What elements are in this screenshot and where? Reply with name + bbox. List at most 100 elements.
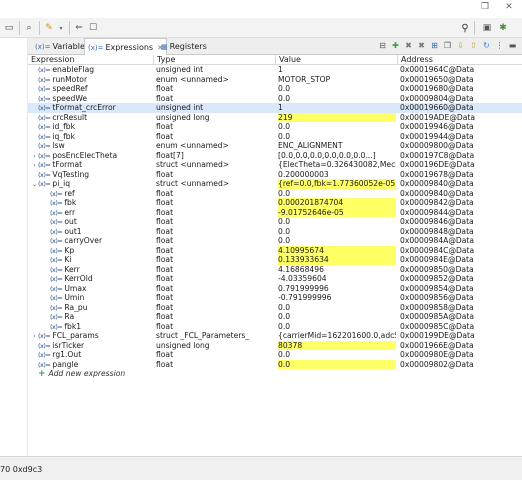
expression-cell[interactable]: (x)= Umin: [28, 293, 154, 303]
debug-perspective-icon[interactable]: ✱: [496, 21, 510, 35]
add-new-expression-cell[interactable]: + Add new expression: [28, 369, 154, 379]
expand-toggle-icon[interactable]: ›: [31, 152, 38, 161]
table-row[interactable]: (x)= speedRef float 0.0 0x00019680@Data: [28, 84, 522, 94]
terminal-icon[interactable]: ▭: [2, 21, 16, 35]
expression-cell[interactable]: (x)= lsw: [28, 141, 154, 151]
expression-cell[interactable]: › (x)= posEncElecTheta: [28, 151, 154, 161]
table-row[interactable]: ⌄(x)= pi_iq struct <unnamed> {ref=0.0,fbk=1…: [28, 179, 522, 189]
table-row[interactable]: (x)= fbk1 float 0.0 0x0000985C@Data: [28, 322, 522, 332]
column-header-type[interactable]: Type: [154, 55, 175, 65]
export-icon[interactable]: ⇧: [468, 40, 479, 51]
value-cell[interactable]: 0.791999996: [278, 284, 396, 294]
expression-cell[interactable]: (x)= out: [28, 217, 154, 227]
new-window-icon[interactable]: ☐: [86, 21, 100, 35]
value-cell[interactable]: 0.0: [278, 359, 396, 369]
value-cell[interactable]: 0.0: [278, 303, 396, 313]
value-cell[interactable]: {ref=0.0,fbk=1.77360052e-05,er...: [278, 179, 396, 189]
value-cell[interactable]: -4.03359604: [278, 274, 396, 284]
table-row[interactable]: (x)= KerrOld float -4.03359604 0x00009852@Da…: [28, 274, 522, 284]
table-row[interactable]: (x)= id_fbk float 0.0 0x00019946@Data: [28, 122, 522, 132]
expression-cell[interactable]: (x)= Ki: [28, 255, 154, 265]
search-icon[interactable]: ⚲: [458, 21, 472, 35]
column-header-expression[interactable]: Expression: [28, 55, 74, 65]
value-cell[interactable]: -0.791999996: [278, 293, 396, 303]
value-cell[interactable]: 0.0: [278, 350, 396, 360]
value-cell[interactable]: {carrierMid=162201600.0,adcSc...: [278, 331, 396, 341]
table-row[interactable]: › (x)= posEncElecTheta float[7] [0.0,0.0,0.0…: [28, 151, 522, 161]
value-cell[interactable]: 0.0: [278, 122, 396, 132]
value-cell[interactable]: 0.0: [278, 236, 396, 246]
table-row[interactable]: (x)= iq_fbk float 0.0 0x00019944@Data: [28, 132, 522, 142]
expression-cell[interactable]: (x)= carryOver: [28, 236, 154, 246]
expression-cell[interactable]: (x)= ref: [28, 189, 154, 199]
copy-icon[interactable]: ❐: [442, 40, 453, 51]
value-cell[interactable]: 0.0: [278, 312, 396, 322]
table-row[interactable]: (x)= rg1.Out float 0.0 0x0000980E@Data: [28, 350, 522, 360]
expression-cell[interactable]: (x)= rg1.Out: [28, 350, 154, 360]
tab-registers[interactable]: ▦ Registers: [158, 38, 210, 55]
value-cell[interactable]: 0.200000003: [278, 170, 396, 180]
value-cell[interactable]: 0.133933634: [278, 255, 396, 265]
expression-cell[interactable]: (x)= tFormat_crcError: [28, 103, 154, 113]
table-row[interactable]: (x)= VqTesting float 0.200000003 0x00019678@…: [28, 170, 522, 180]
value-cell[interactable]: 0.0: [278, 84, 396, 94]
value-cell[interactable]: 0.0: [278, 322, 396, 332]
table-row[interactable]: › (x)= tFormat struct <unnamed> {ElecTheta=0…: [28, 160, 522, 170]
expression-cell[interactable]: (x)= speedRef: [28, 84, 154, 94]
perspective-icon[interactable]: ▣: [480, 21, 494, 35]
expression-cell[interactable]: (x)= enableFlag: [28, 65, 154, 75]
table-row[interactable]: (x)= Kerr float 4.16868496 0x00009850@Data: [28, 265, 522, 275]
expression-cell[interactable]: (x)= iq_fbk: [28, 132, 154, 142]
table-row[interactable]: (x)= Umax float 0.791999996 0x00009854@Data: [28, 284, 522, 294]
table-row[interactable]: (x)= pangle float 0.0 0x00009802@Data: [28, 359, 522, 370]
table-row[interactable]: (x)= Ra_pu float 0.0 0x00009858@Data: [28, 303, 522, 313]
expression-cell[interactable]: (x)= out1: [28, 227, 154, 237]
expression-cell[interactable]: (x)= KerrOld: [28, 274, 154, 284]
expression-cell[interactable]: (x)= fbk: [28, 198, 154, 208]
value-cell[interactable]: 1: [278, 103, 396, 113]
expression-cell[interactable]: (x)= id_fbk: [28, 122, 154, 132]
value-cell[interactable]: 4.10995674: [278, 245, 396, 255]
search-file-icon[interactable]: ⌕: [22, 21, 36, 35]
value-cell[interactable]: MOTOR_STOP: [278, 75, 396, 85]
table-row[interactable]: (x)= carryOver float 0.0 0x0000984A@Data: [28, 236, 522, 246]
expression-cell[interactable]: (x)= speedWe: [28, 94, 154, 104]
table-row[interactable]: (x)= Kp float 4.10995674 0x0000984C@Data: [28, 245, 522, 255]
expression-cell[interactable]: (x)= Ra_pu: [28, 303, 154, 313]
collapse-all-icon[interactable]: ⊟: [377, 40, 388, 51]
table-row[interactable]: (x)= fbk float 0.000201874704 0x00009842@Dat…: [28, 198, 522, 208]
table-row[interactable]: (x)= tFormat_crcError unsigned int 1 0x00019…: [28, 103, 522, 113]
minimize-view-icon[interactable]: ▬: [507, 40, 518, 51]
table-row[interactable]: (x)= crcResult unsigned long 219 0x00019ADE@…: [28, 112, 522, 122]
value-cell[interactable]: 0.0: [278, 227, 396, 237]
add-new-expression-row[interactable]: + Add new expression: [28, 369, 522, 379]
table-row[interactable]: (x)= out float 0.0 0x00009846@Data: [28, 217, 522, 227]
expand-toggle-icon[interactable]: ›: [31, 161, 38, 170]
table-row[interactable]: (x)= lsw enum <unnamed> ENC_ALIGNMENT 0x0000…: [28, 141, 522, 151]
table-row[interactable]: (x)= Ki float 0.133933634 0x0000984E@Data: [28, 255, 522, 265]
import-icon[interactable]: ⇩: [455, 40, 466, 51]
table-row[interactable]: (x)= err float -9.01752646e-05 0x00009844@Da…: [28, 207, 522, 217]
expand-toggle-icon[interactable]: ⌄: [31, 180, 38, 189]
value-cell[interactable]: [0.0,0.0,0.0,0.0,0.0,0.0...]: [278, 151, 396, 161]
table-row[interactable]: (x)= isrTicker unsigned long 80378 0x0001966…: [28, 340, 522, 350]
value-cell[interactable]: 0.0: [278, 132, 396, 142]
value-cell[interactable]: 1: [278, 65, 396, 75]
expression-cell[interactable]: (x)= Ra: [28, 312, 154, 322]
value-cell[interactable]: -9.01752646e-05: [278, 207, 396, 217]
restore-window-icon[interactable]: ❐: [474, 0, 496, 14]
column-header-address[interactable]: Address: [398, 55, 433, 65]
expand-toggle-icon[interactable]: ›: [31, 332, 38, 341]
expression-cell[interactable]: (x)= pangle: [28, 360, 154, 370]
back-arrow-icon[interactable]: ⇐: [72, 21, 86, 35]
table-row[interactable]: (x)= runMotor enum <unnamed> MOTOR_STOP 0x00…: [28, 75, 522, 85]
expression-cell[interactable]: (x)= VqTesting: [28, 170, 154, 180]
table-row[interactable]: (x)= speedWe float 0.0 0x00009804@Data: [28, 94, 522, 104]
value-cell[interactable]: 0.0: [278, 94, 396, 104]
table-row[interactable]: (x)= enableFlag unsigned int 1 0x0001964C@Da…: [28, 65, 522, 75]
value-cell[interactable]: 219: [278, 112, 396, 122]
tab-expressions[interactable]: (x)= Expressions ✕: [84, 38, 167, 56]
expression-cell[interactable]: (x)= Kerr: [28, 265, 154, 275]
table-row[interactable]: (x)= out1 float 0.0 0x00009848@Data: [28, 227, 522, 237]
expression-cell[interactable]: › (x)= FCL_params: [28, 331, 154, 341]
